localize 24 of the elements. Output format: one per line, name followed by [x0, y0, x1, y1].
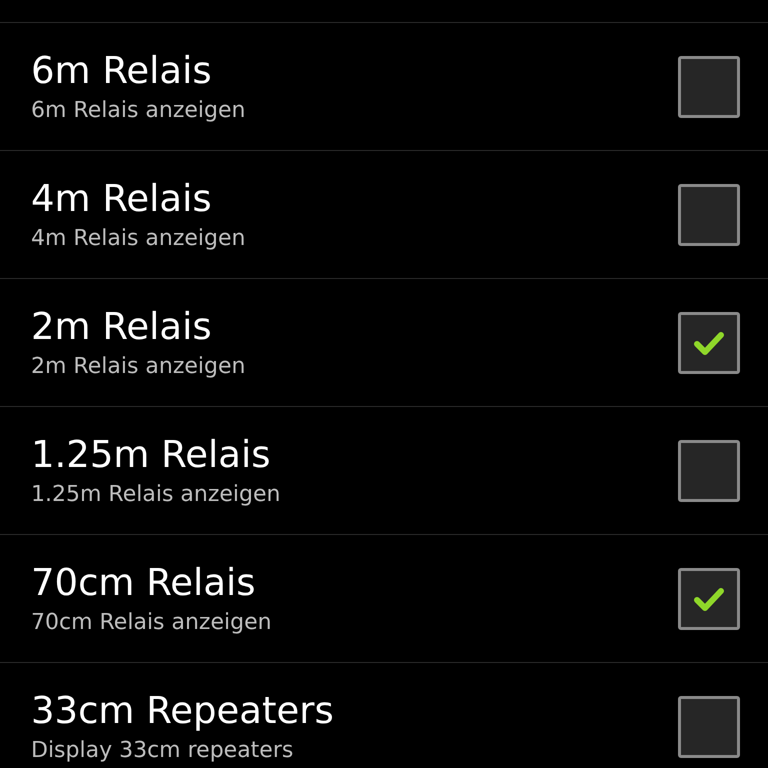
checkbox[interactable] [678, 568, 740, 630]
checkbox[interactable] [678, 312, 740, 374]
preference-row[interactable]: 6m Relais 6m Relais anzeigen [0, 23, 768, 151]
checkbox[interactable] [678, 56, 740, 118]
preference-summary: 6m Relais anzeigen [31, 96, 246, 124]
preference-title: 33cm Repeaters [31, 688, 334, 734]
checkbox[interactable] [678, 696, 740, 758]
preference-row[interactable]: 2m Relais 2m Relais anzeigen [0, 279, 768, 407]
preference-title: 2m Relais [31, 304, 212, 350]
preference-row[interactable]: 1.25m Relais 1.25m Relais anzeigen [0, 407, 768, 535]
preference-summary: 70cm Relais anzeigen [31, 608, 272, 636]
preference-summary: 1.25m Relais anzeigen [31, 480, 280, 508]
checkbox[interactable] [678, 184, 740, 246]
preference-title: 6m Relais [31, 48, 212, 94]
preference-row[interactable]: 70cm Relais 70cm Relais anzeigen [0, 535, 768, 663]
preference-summary: 2m Relais anzeigen [31, 352, 246, 380]
checkbox[interactable] [678, 440, 740, 502]
preference-row[interactable]: 4m Relais 4m Relais anzeigen [0, 151, 768, 279]
preference-title: 70cm Relais [31, 560, 256, 606]
preference-summary: Display 33cm repeaters [31, 736, 294, 764]
preference-row[interactable]: 33cm Repeaters Display 33cm repeaters [0, 663, 768, 768]
preference-summary: 4m Relais anzeigen [31, 224, 246, 252]
preference-title: 4m Relais [31, 176, 212, 222]
preference-title: 1.25m Relais [31, 432, 271, 478]
